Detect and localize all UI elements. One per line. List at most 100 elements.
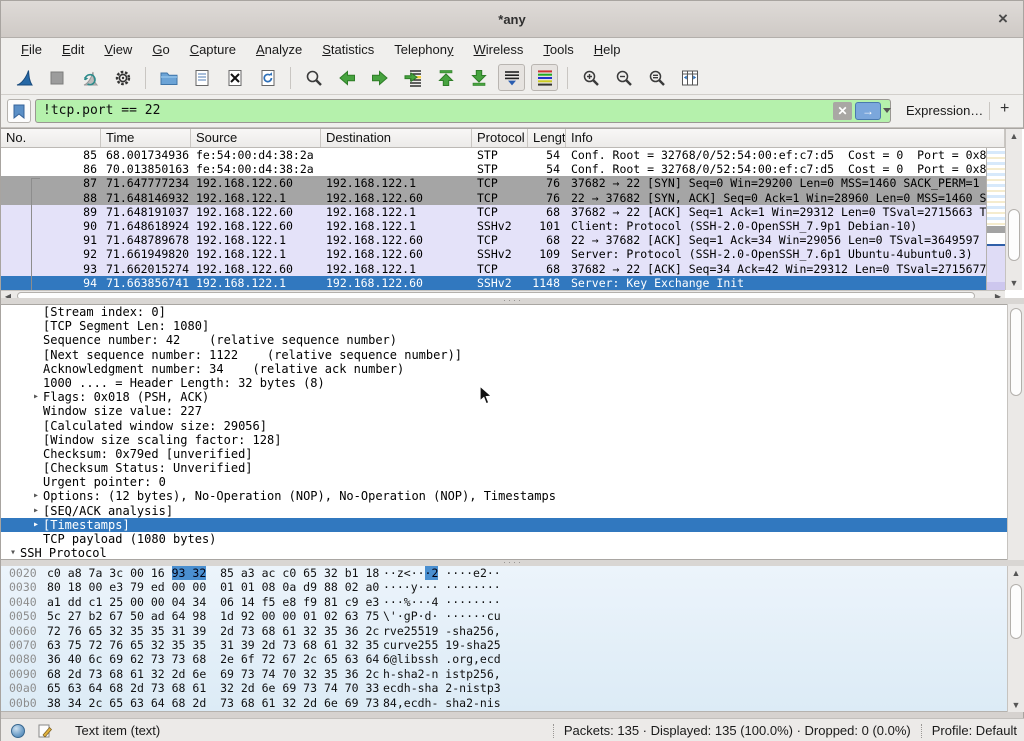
detail-line[interactable]: TCP payload (1080 bytes) — [1, 532, 1024, 546]
packet-row-86[interactable]: 8670.013850163fe:54:00:d4:38:2aSTP54Conf… — [1, 162, 986, 176]
menu-tools[interactable]: Tools — [533, 40, 583, 59]
scroll-down-arrow[interactable]: ▼ — [1006, 276, 1022, 290]
title-bar[interactable]: *any × — [1, 1, 1023, 38]
column-header-time[interactable]: Time — [101, 129, 191, 147]
column-header-destination[interactable]: Destination — [321, 129, 472, 147]
detail-line[interactable]: ▸[SEQ/ACK analysis] — [1, 504, 1024, 518]
hex-row-0050[interactable]: 00505c 27 b2 67 50 ad 64 98 1d 92 00 00 … — [1, 609, 1024, 623]
column-header-length[interactable]: Length — [528, 129, 566, 147]
detail-line[interactable]: [TCP Segment Len: 1080] — [1, 319, 1024, 333]
menu-go[interactable]: Go — [142, 40, 179, 59]
close-file-button[interactable] — [221, 64, 248, 91]
hex-row-00b0[interactable]: 00b038 34 2c 65 63 64 68 2d 73 68 61 32 … — [1, 696, 1024, 710]
detail-line[interactable]: Window size value: 227 — [1, 404, 1024, 418]
detail-line[interactable]: Urgent pointer: 0 — [1, 475, 1024, 489]
detail-line[interactable]: [Window size scaling factor: 128] — [1, 433, 1024, 447]
packet-row-90[interactable]: 9071.648618924192.168.122.60192.168.122.… — [1, 219, 986, 233]
detail-line[interactable]: [Next sequence number: 1122 (relative se… — [1, 348, 1024, 362]
expander-closed-icon[interactable]: ▸ — [29, 518, 43, 532]
scroll-up-arrow[interactable]: ▲ — [1006, 129, 1022, 143]
intelligent-scrollbar-minimap[interactable] — [986, 148, 1005, 290]
find-packet-button[interactable] — [300, 64, 327, 91]
menu-statistics[interactable]: Statistics — [312, 40, 384, 59]
column-header-source[interactable]: Source — [191, 129, 321, 147]
scroll-thumb[interactable] — [1010, 584, 1022, 639]
reload-file-button[interactable] — [254, 64, 281, 91]
packet-row-94[interactable]: 9471.663856741192.168.122.1192.168.122.6… — [1, 276, 986, 290]
detail-line[interactable]: [Checksum Status: Unverified] — [1, 461, 1024, 475]
packet-row-85[interactable]: 8568.001734936fe:54:00:d4:38:2aSTP54Conf… — [1, 148, 986, 162]
column-header-no[interactable]: No. — [1, 129, 101, 147]
menu-help[interactable]: Help — [584, 40, 631, 59]
menu-capture[interactable]: Capture — [180, 40, 246, 59]
menu-edit[interactable]: Edit — [52, 40, 94, 59]
detail-line[interactable]: Checksum: 0x79ed [unverified] — [1, 447, 1024, 461]
detail-line[interactable]: ▸[Timestamps] — [1, 518, 1024, 532]
open-file-button[interactable] — [155, 64, 182, 91]
hex-row-0080[interactable]: 008036 40 6c 69 62 73 73 68 2e 6f 72 67 … — [1, 652, 1024, 666]
packet-row-92[interactable]: 9271.661949820192.168.122.1192.168.122.6… — [1, 247, 986, 261]
colorize-button[interactable] — [531, 64, 558, 91]
bytes-vscrollbar[interactable]: ▲ ▼ — [1007, 566, 1024, 712]
detail-line[interactable]: [Calculated window size: 29056] — [1, 419, 1024, 433]
restart-capture-button[interactable] — [76, 64, 103, 91]
hex-row-0060[interactable]: 006072 76 65 32 35 35 31 39 2d 73 68 61 … — [1, 624, 1024, 638]
resize-columns-button[interactable] — [676, 64, 703, 91]
detail-line[interactable]: 1000 .... = Header Length: 32 bytes (8) — [1, 376, 1024, 390]
go-back-button[interactable] — [333, 64, 360, 91]
detail-line[interactable]: Sequence number: 42 (relative sequence n… — [1, 333, 1024, 347]
start-capture-button[interactable] — [10, 64, 37, 91]
add-filter-button[interactable]: + — [1000, 100, 1009, 118]
scroll-up-arrow[interactable]: ▲ — [1008, 566, 1024, 580]
packet-row-93[interactable]: 9371.662015274192.168.122.60192.168.122.… — [1, 262, 986, 276]
menu-analyze[interactable]: Analyze — [246, 40, 312, 59]
zoom-in-button[interactable] — [577, 64, 604, 91]
capture-comment-icon[interactable] — [37, 723, 53, 739]
expression-button[interactable]: Expression… — [906, 103, 983, 118]
close-window-button[interactable]: × — [993, 9, 1013, 29]
display-filter-input[interactable]: !tcp.port == 22 — [35, 99, 891, 123]
packet-row-89[interactable]: 8971.648191037192.168.122.60192.168.122.… — [1, 205, 986, 219]
hex-row-0070[interactable]: 007063 75 72 76 65 32 35 35 31 39 2d 73 … — [1, 638, 1024, 652]
detail-line[interactable]: [Stream index: 0] — [1, 305, 1024, 319]
packet-list-vscrollbar[interactable]: ▲ ▼ — [1005, 129, 1022, 290]
details-vscrollbar[interactable] — [1007, 304, 1024, 560]
column-header-protocol[interactable]: Protocol — [472, 129, 528, 147]
menu-wireless[interactable]: Wireless — [464, 40, 534, 59]
detail-line[interactable]: ▸Options: (12 bytes), No-Operation (NOP)… — [1, 489, 1024, 503]
zoom-out-button[interactable] — [610, 64, 637, 91]
hex-row-0090[interactable]: 009068 2d 73 68 61 32 2d 6e 69 73 74 70 … — [1, 667, 1024, 681]
save-file-button[interactable] — [188, 64, 215, 91]
column-header-info[interactable]: Info — [566, 129, 1005, 147]
filter-dropdown-caret[interactable] — [883, 108, 891, 113]
status-profile[interactable]: Profile: Default — [932, 723, 1017, 738]
hex-row-0040[interactable]: 0040a1 dd c1 25 00 00 04 34 06 14 f5 e8 … — [1, 595, 1024, 609]
zoom-reset-button[interactable] — [643, 64, 670, 91]
go-last-button[interactable] — [465, 64, 492, 91]
stop-capture-button[interactable] — [43, 64, 70, 91]
go-forward-button[interactable] — [366, 64, 393, 91]
expert-info-icon[interactable] — [11, 724, 25, 738]
packet-list-header[interactable]: No.TimeSourceDestinationProtocolLengthIn… — [1, 129, 1005, 148]
capture-options-button[interactable] — [109, 64, 136, 91]
scroll-thumb[interactable] — [1010, 308, 1022, 396]
hex-row-00a0[interactable]: 00a065 63 64 68 2d 73 68 61 32 2d 6e 69 … — [1, 681, 1024, 695]
auto-scroll-button[interactable] — [498, 64, 525, 91]
menu-telephony[interactable]: Telephony — [384, 40, 463, 59]
filter-clear-button[interactable]: ✕ — [833, 102, 852, 120]
detail-line[interactable]: Acknowledgment number: 34 (relative ack … — [1, 362, 1024, 376]
expander-closed-icon[interactable]: ▸ — [29, 390, 43, 404]
packet-row-87[interactable]: 8771.647777234192.168.122.60192.168.122.… — [1, 176, 986, 190]
menu-view[interactable]: View — [94, 40, 142, 59]
packet-row-91[interactable]: 9171.648789678192.168.122.1192.168.122.6… — [1, 233, 986, 247]
packet-row-88[interactable]: 8871.648146932192.168.122.1192.168.122.6… — [1, 191, 986, 205]
detail-line[interactable]: ▸Flags: 0x018 (PSH, ACK) — [1, 390, 1024, 404]
hex-row-0030[interactable]: 003080 18 00 e3 79 ed 00 00 01 01 08 0a … — [1, 580, 1024, 594]
filter-apply-button[interactable]: → — [855, 102, 881, 120]
go-to-packet-button[interactable] — [399, 64, 426, 91]
expander-open-icon[interactable]: ▾ — [6, 546, 20, 560]
scroll-thumb[interactable] — [1008, 209, 1020, 261]
menu-file[interactable]: File — [11, 40, 52, 59]
hex-row-0020[interactable]: 0020c0 a8 7a 3c 00 16 93 32 85 a3 ac c0 … — [1, 566, 1024, 580]
expander-closed-icon[interactable]: ▸ — [29, 504, 43, 518]
